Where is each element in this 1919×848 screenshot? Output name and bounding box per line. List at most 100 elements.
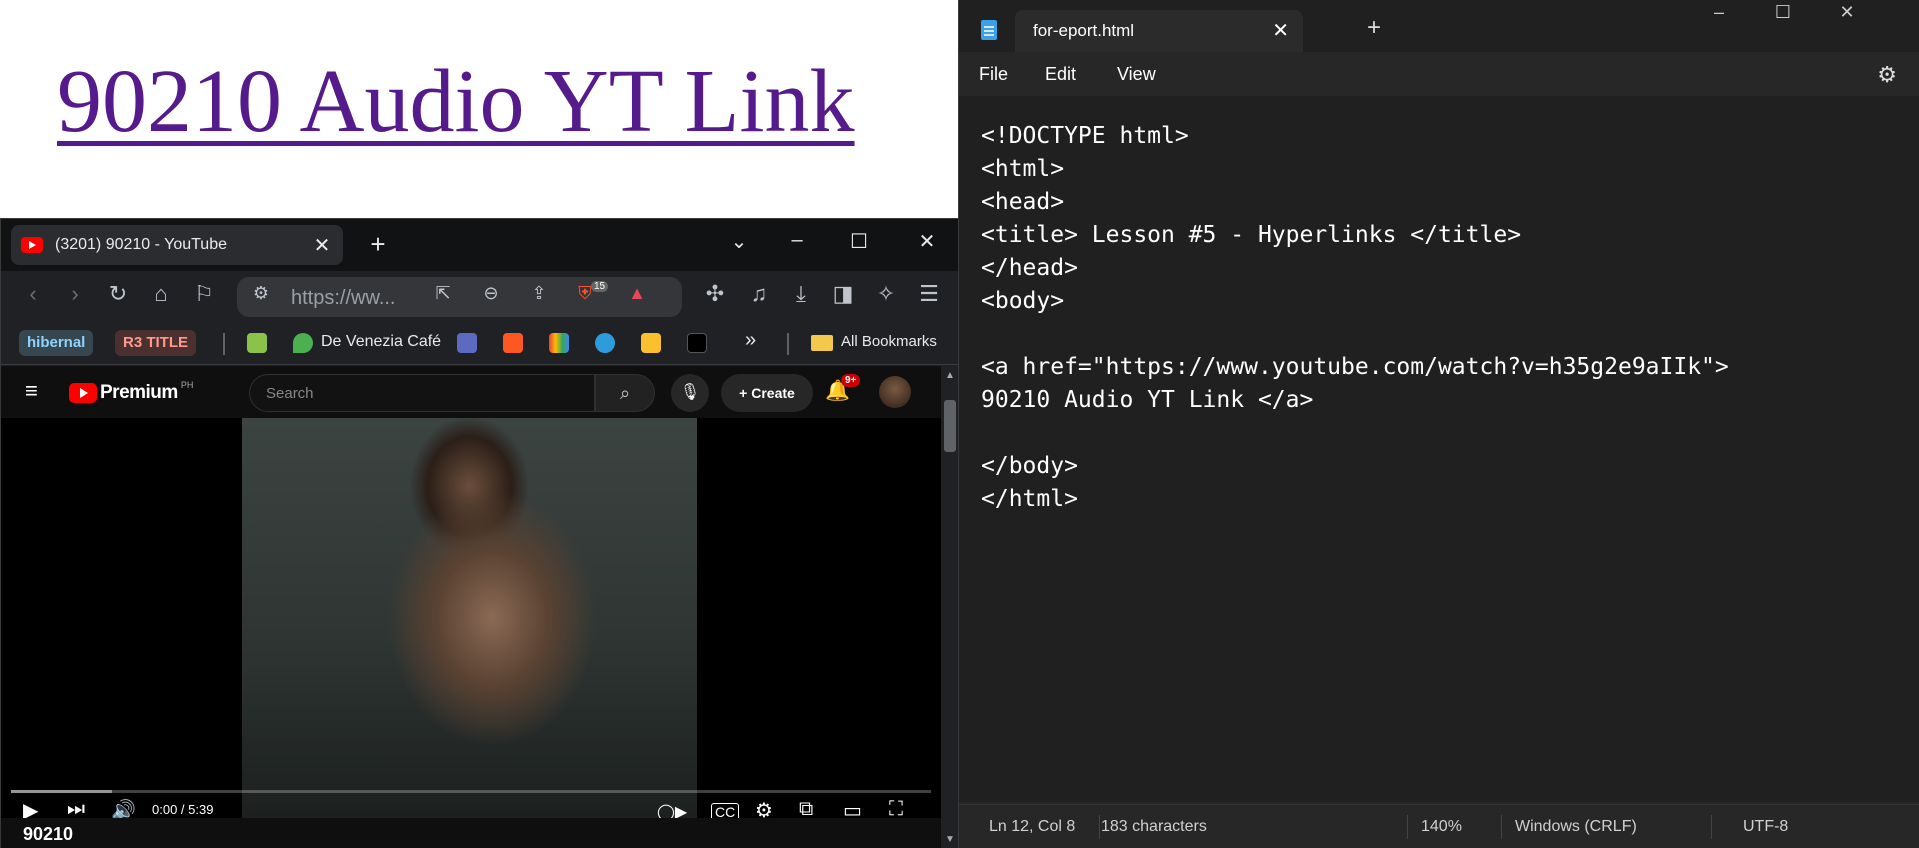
bookmark-de-venezia[interactable]: De Venezia Café <box>321 333 441 351</box>
status-divider <box>1711 815 1712 839</box>
notepad-app-icon <box>981 20 997 40</box>
bookmark-icon[interactable]: ⚐ <box>190 281 218 307</box>
tab-search-dropdown-icon[interactable]: ⌄ <box>719 229 759 254</box>
cursor-position: Ln 12, Col 8 <box>989 818 1076 835</box>
address-bar[interactable]: ⚙ https://ww... ⇱ ⊖ ⇪ ⛨ 15 ▲ <box>237 277 682 317</box>
notepad-window: for-eport.html ✕ + – ☐ ✕ File Edit View … <box>958 0 1919 848</box>
open-in-app-icon[interactable]: ⇱ <box>429 283 457 304</box>
sidebar-icon[interactable]: ◨ <box>829 281 857 307</box>
next-icon[interactable]: ⏭ <box>67 798 85 818</box>
theater-mode-icon[interactable]: ▭ <box>843 798 862 818</box>
brave-rewards-icon[interactable]: ▲ <box>623 283 651 304</box>
text-editor[interactable]: <!DOCTYPE html> <html> <head> <title> Le… <box>959 96 1919 802</box>
home-icon[interactable]: ⌂ <box>147 281 175 307</box>
create-label: Create <box>751 385 795 401</box>
tab-youtube[interactable]: (3201) 90210 - YouTube ✕ <box>11 225 343 265</box>
close-window-button[interactable]: ✕ <box>1817 2 1877 23</box>
maximize-button[interactable]: ☐ <box>1753 2 1813 23</box>
menu-edit[interactable]: Edit <box>1045 64 1076 85</box>
video-player[interactable]: ▶ ⏭ 🔊 0:00 / 5:39 ◯▶ CC ⚙ ⧉ ▭ ⛶ <box>1 418 941 818</box>
avatar[interactable] <box>879 376 911 408</box>
notepad-tab-title: for-eport.html <box>1033 21 1135 40</box>
premium-label: Premium <box>100 382 178 403</box>
progress-bar[interactable] <box>11 790 931 793</box>
encoding[interactable]: UTF-8 <box>1743 818 1788 836</box>
video-title: 90210 <box>23 824 74 844</box>
youtube-hyperlink[interactable]: 90210 Audio YT Link <box>57 52 855 151</box>
maps-pin-icon <box>293 333 313 353</box>
download-arrow-bookmark-icon[interactable] <box>247 333 267 353</box>
minimize-button[interactable]: – <box>777 229 817 252</box>
video-thumbnail-image <box>242 418 697 818</box>
status-divider <box>1501 815 1502 839</box>
b-bookmark-icon[interactable] <box>687 333 707 353</box>
bookmark-app-icon[interactable] <box>457 333 477 353</box>
settings-gear-icon[interactable]: ⚙ <box>755 798 773 818</box>
buffered-bar <box>11 790 113 793</box>
minimize-button[interactable]: – <box>1689 2 1749 23</box>
photo-bookmark-icon[interactable] <box>641 333 661 353</box>
status-divider <box>1099 815 1100 839</box>
hamburger-menu-icon[interactable]: ≡ <box>25 378 38 404</box>
create-button[interactable]: + Create <box>721 374 813 412</box>
leo-ai-icon[interactable]: ✧ <box>872 281 900 307</box>
volume-icon[interactable]: 🔊 <box>111 798 136 818</box>
new-tab-button[interactable]: + <box>363 229 393 260</box>
forward-icon[interactable]: › <box>61 281 89 307</box>
captions-icon[interactable]: CC <box>711 803 740 818</box>
youtube-search-input[interactable]: Search <box>249 374 595 412</box>
shield-count-badge: 15 <box>591 281 609 292</box>
gmail-icon[interactable] <box>549 333 569 353</box>
autoplay-toggle-icon[interactable]: ◯▶ <box>657 802 687 818</box>
close-tab-icon[interactable]: ✕ <box>311 233 333 258</box>
background-webpage: 90210 Audio YT Link <box>0 0 958 220</box>
new-tab-button[interactable]: + <box>1367 14 1381 42</box>
bookmark-hibernal[interactable]: hibernal <box>19 330 94 356</box>
menu-icon[interactable]: ☰ <box>915 281 943 307</box>
status-bar: Ln 12, Col 8 183 characters 140% Windows… <box>959 804 1919 848</box>
shopping-bag-icon[interactable] <box>503 333 523 353</box>
fullscreen-icon[interactable]: ⛶ <box>889 798 903 818</box>
miniplayer-icon[interactable]: ⧉ <box>799 798 813 818</box>
site-settings-icon[interactable]: ⚙ <box>247 283 275 304</box>
scroll-up-icon[interactable]: ▲ <box>945 370 955 381</box>
youtube-header: ≡ Premium PH Search ⌕ 🎙 + Create 🔔 9+ <box>1 366 941 418</box>
tab-for-eport[interactable]: for-eport.html ✕ <box>1015 10 1303 52</box>
folder-icon <box>811 335 833 351</box>
settings-gear-icon[interactable]: ⚙ <box>1877 62 1897 88</box>
canva-icon[interactable] <box>595 333 615 353</box>
youtube-logo-icon <box>69 383 97 403</box>
reload-icon[interactable]: ↻ <box>104 281 132 307</box>
notepad-menu-bar: File Edit View ⚙ <box>959 52 1919 96</box>
extensions-icon[interactable]: ✣ <box>701 281 729 307</box>
back-icon[interactable]: ‹ <box>19 281 47 307</box>
browser-toolbar: ‹ › ↻ ⌂ ⚐ ⚙ https://ww... ⇱ ⊖ ⇪ ⛨ 15 ▲ ✣… <box>1 271 958 321</box>
close-tab-icon[interactable]: ✕ <box>1272 18 1289 43</box>
share-icon[interactable]: ⇪ <box>525 283 553 304</box>
all-bookmarks[interactable]: All Bookmarks <box>841 333 937 350</box>
youtube-premium-logo[interactable]: Premium PH <box>69 380 194 404</box>
more-bookmarks-icon[interactable]: » <box>745 329 756 352</box>
menu-view[interactable]: View <box>1117 64 1156 85</box>
maximize-button[interactable]: ☐ <box>839 229 879 254</box>
bookmark-r3-title[interactable]: R3 TITLE <box>115 330 197 356</box>
downloads-icon[interactable]: ⤓ <box>787 281 815 307</box>
search-icon[interactable]: ⌕ <box>595 374 655 412</box>
notification-badge: 9+ <box>841 374 861 387</box>
bookmark-divider <box>787 333 789 355</box>
zoom-level[interactable]: 140% <box>1421 818 1462 836</box>
zoom-out-icon[interactable]: ⊖ <box>477 283 505 304</box>
close-window-button[interactable]: ✕ <box>907 229 947 254</box>
notepad-tab-bar: for-eport.html ✕ + – ☐ ✕ <box>959 0 1919 52</box>
line-ending[interactable]: Windows (CRLF) <box>1515 818 1637 836</box>
microphone-icon[interactable]: 🎙 <box>671 374 709 412</box>
scrollbar-thumb[interactable] <box>944 400 956 452</box>
youtube-page: ≡ Premium PH Search ⌕ 🎙 + Create 🔔 9+ ▶ … <box>1 366 941 848</box>
menu-file[interactable]: File <box>979 64 1008 85</box>
editor-content[interactable]: <!DOCTYPE html> <html> <head> <title> Le… <box>981 120 1729 516</box>
media-icon[interactable]: ♫ <box>745 281 773 307</box>
region-label: PH <box>180 380 194 390</box>
page-scrollbar[interactable]: ▲ ▼ <box>941 366 959 848</box>
scroll-down-icon[interactable]: ▼ <box>945 834 955 845</box>
play-icon[interactable]: ▶ <box>23 798 38 818</box>
